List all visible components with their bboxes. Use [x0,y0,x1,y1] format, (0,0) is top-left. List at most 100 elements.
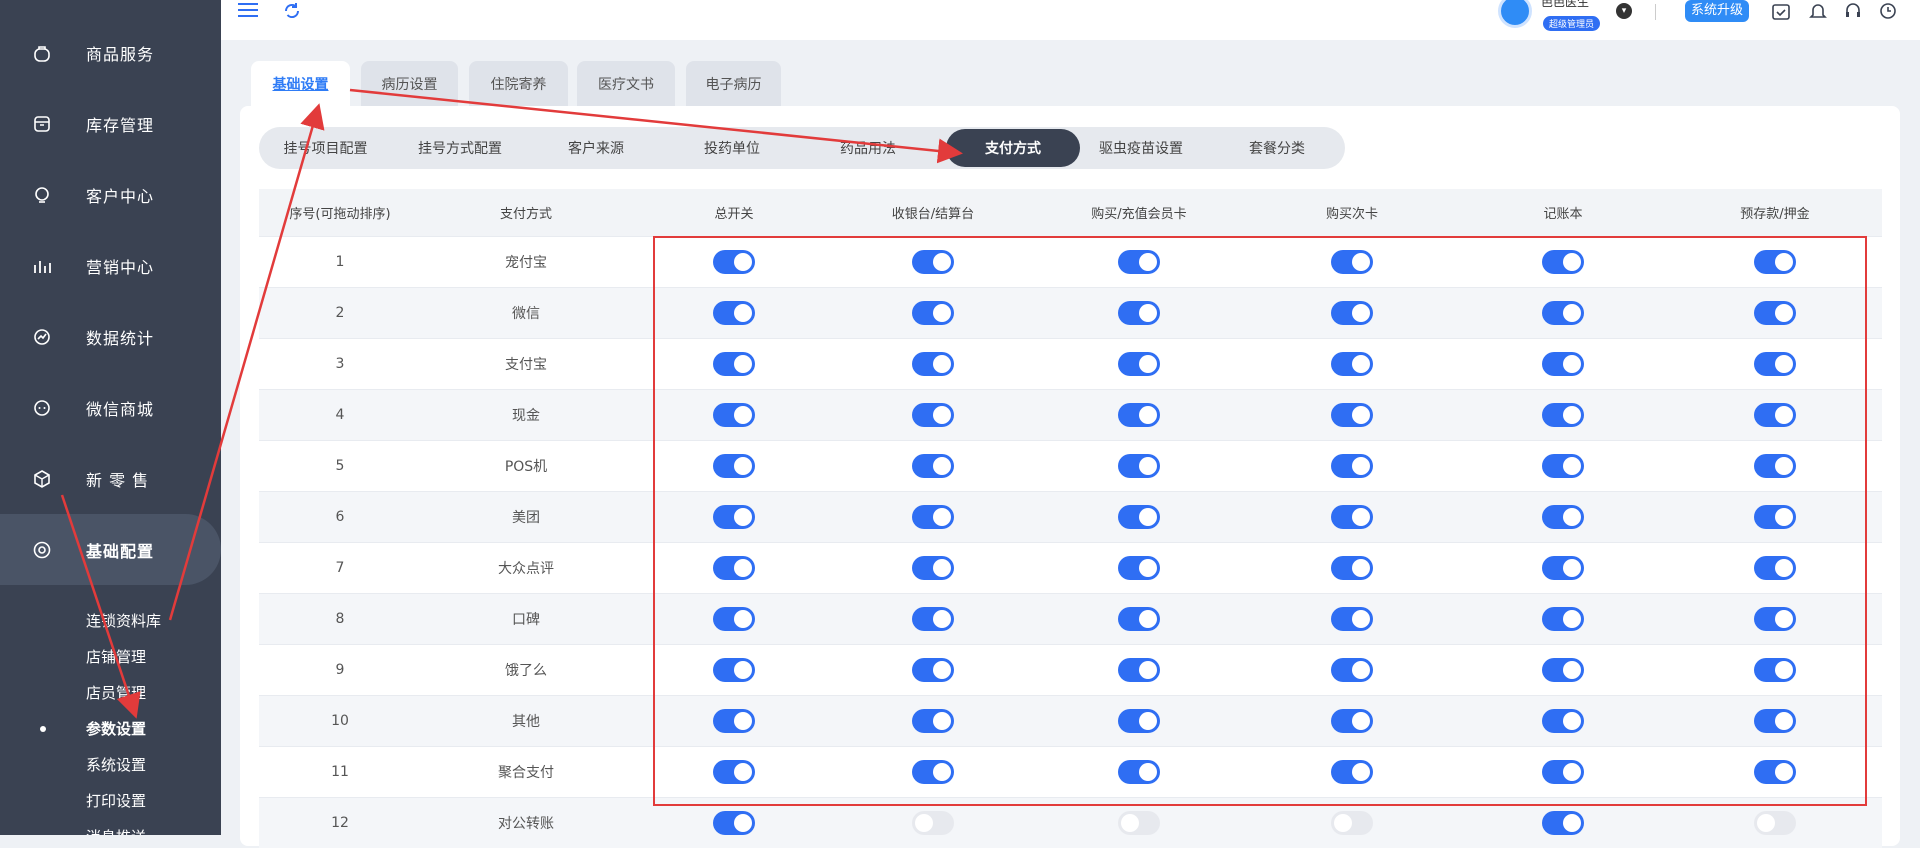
toggle-switch[interactable] [1331,505,1373,529]
table-row[interactable]: 5 POS机 [259,440,1882,491]
clock-icon[interactable] [1878,0,1898,22]
toggle-switch[interactable] [1331,658,1373,682]
sub-tab-8[interactable]: 套餐分类 [1209,127,1345,169]
toggle-switch[interactable] [713,811,755,835]
sidebar-subitem-3[interactable]: 店员管理 [86,682,146,703]
toggle-switch[interactable] [1542,556,1584,580]
sidebar-item-1[interactable]: 商品服务 [0,17,221,88]
toggle-switch[interactable] [912,454,954,478]
toggle-switch[interactable] [1542,352,1584,376]
page-tab-4[interactable]: 医疗文书 [577,61,675,106]
toggle-switch[interactable] [713,505,755,529]
toggle-switch[interactable] [1542,403,1584,427]
sidebar-item-8[interactable]: 基础配置 [0,514,221,585]
table-row[interactable]: 10 其他 [259,695,1882,746]
toggle-switch[interactable] [1754,505,1796,529]
toggle-switch[interactable] [713,403,755,427]
toggle-switch[interactable] [1118,505,1160,529]
toggle-switch[interactable] [713,709,755,733]
page-tab-1[interactable]: 基础设置 [251,61,350,106]
toggle-switch[interactable] [1542,301,1584,325]
table-row[interactable]: 1 宠付宝 [259,236,1882,287]
toggle-switch[interactable] [1754,658,1796,682]
toggle-switch[interactable] [912,505,954,529]
sidebar-subitem-2[interactable]: 店铺管理 [86,646,146,667]
toggle-switch[interactable] [912,556,954,580]
toggle-switch[interactable] [1754,301,1796,325]
toggle-switch[interactable] [1542,454,1584,478]
toggle-switch[interactable] [1118,403,1160,427]
toggle-switch[interactable] [713,352,755,376]
toggle-switch[interactable] [912,607,954,631]
table-row[interactable]: 2 微信 [259,287,1882,338]
toggle-switch[interactable] [1754,403,1796,427]
toggle-switch[interactable] [1542,760,1584,784]
chevron-down-icon[interactable]: ▾ [1616,3,1632,19]
toggle-switch[interactable] [1331,709,1373,733]
toggle-switch[interactable] [713,658,755,682]
toggle-switch[interactable] [1754,811,1796,835]
toggle-switch[interactable] [1754,250,1796,274]
page-tab-5[interactable]: 电子病历 [686,61,781,106]
toggle-switch[interactable] [912,301,954,325]
toggle-switch[interactable] [1118,658,1160,682]
toggle-switch[interactable] [1542,658,1584,682]
toggle-switch[interactable] [1542,505,1584,529]
table-row[interactable]: 11 聚合支付 [259,746,1882,797]
toggle-switch[interactable] [912,709,954,733]
toggle-switch[interactable] [1754,607,1796,631]
calendar-icon[interactable] [1771,0,1791,22]
table-row[interactable]: 7 大众点评 [259,542,1882,593]
toggle-switch[interactable] [1118,352,1160,376]
table-row[interactable]: 9 饿了么 [259,644,1882,695]
toggle-switch[interactable] [912,250,954,274]
toggle-switch[interactable] [912,760,954,784]
table-row[interactable]: 3 支付宝 [259,338,1882,389]
toggle-switch[interactable] [713,760,755,784]
sub-tab-2[interactable]: 挂号方式配置 [392,127,528,169]
toggle-switch[interactable] [1118,556,1160,580]
toggle-switch[interactable] [713,250,755,274]
table-row[interactable]: 4 现金 [259,389,1882,440]
toggle-switch[interactable] [912,403,954,427]
sub-tab-3[interactable]: 客户来源 [528,127,664,169]
sidebar-item-6[interactable]: 微信商城 [0,372,221,443]
sidebar-subitem-1[interactable]: 连锁资料库 [86,610,161,631]
sub-tab-7[interactable]: 驱虫疫苗设置 [1073,127,1209,169]
toggle-switch[interactable] [1542,811,1584,835]
toggle-switch[interactable] [1754,352,1796,376]
toggle-switch[interactable] [1542,250,1584,274]
table-row[interactable]: 6 美团 [259,491,1882,542]
toggle-switch[interactable] [1331,607,1373,631]
toggle-switch[interactable] [713,607,755,631]
sidebar-item-4[interactable]: 营销中心 [0,230,221,301]
table-row[interactable]: 8 口碑 [259,593,1882,644]
toggle-switch[interactable] [1754,556,1796,580]
toggle-switch[interactable] [1331,403,1373,427]
bell-icon[interactable] [1808,0,1828,22]
toggle-switch[interactable] [1331,352,1373,376]
toggle-switch[interactable] [713,556,755,580]
toggle-switch[interactable] [1118,607,1160,631]
menu-icon[interactable] [236,0,260,20]
sidebar-subitem-6[interactable]: 打印设置 [86,790,146,811]
sidebar-item-5[interactable]: 数据统计 [0,301,221,372]
page-tab-2[interactable]: 病历设置 [361,61,458,106]
toggle-switch[interactable] [912,811,954,835]
toggle-switch[interactable] [912,658,954,682]
toggle-switch[interactable] [1331,250,1373,274]
toggle-switch[interactable] [1542,709,1584,733]
sidebar-item-3[interactable]: 客户中心 [0,159,221,230]
refresh-icon[interactable] [281,0,303,22]
toggle-switch[interactable] [1331,454,1373,478]
toggle-switch[interactable] [1331,556,1373,580]
toggle-switch[interactable] [1754,760,1796,784]
sidebar-item-7[interactable]: 新 零 售 [0,443,221,514]
toggle-switch[interactable] [1118,250,1160,274]
toggle-switch[interactable] [1331,760,1373,784]
headset-icon[interactable] [1843,0,1863,22]
toggle-switch[interactable] [912,352,954,376]
toggle-switch[interactable] [713,454,755,478]
table-row[interactable]: 12 对公转账 [259,797,1882,848]
upgrade-button[interactable]: 系统升级 [1685,0,1750,22]
